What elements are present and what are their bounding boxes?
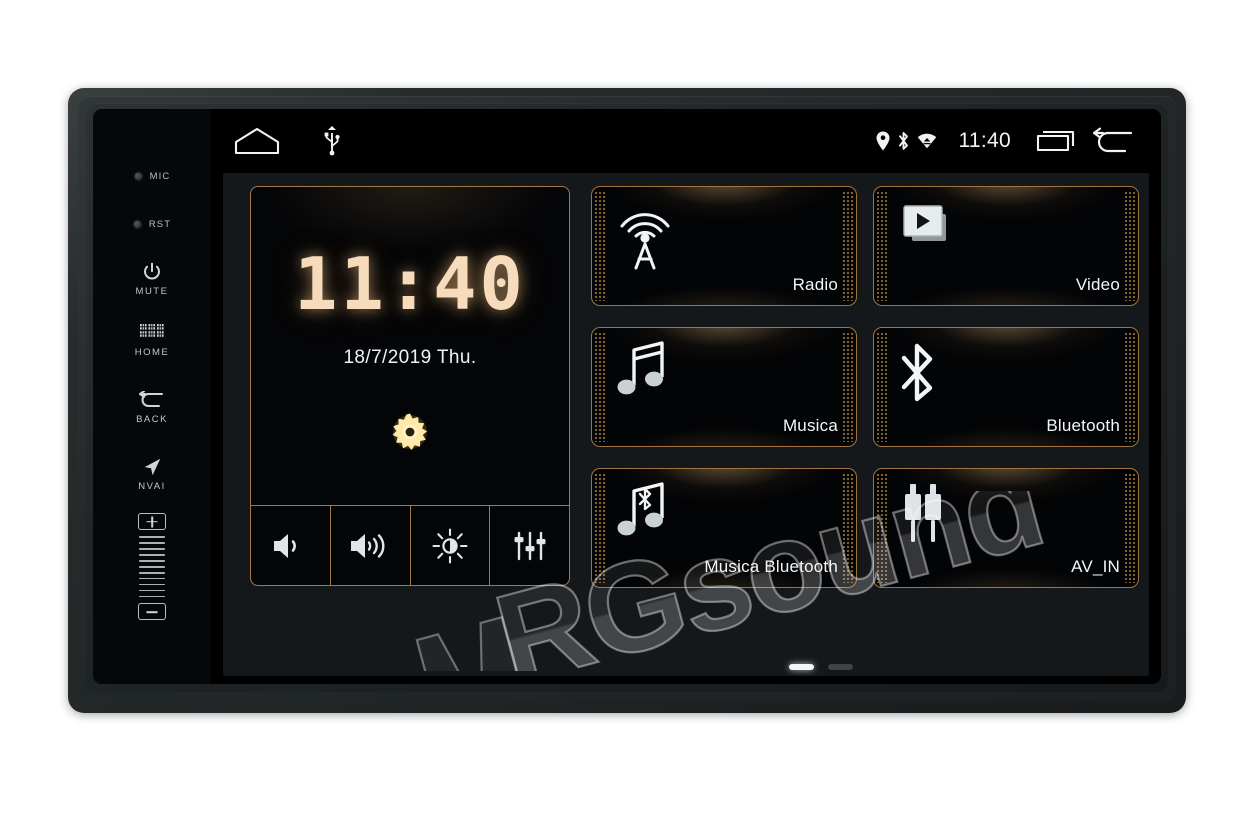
- app-tile-grid: Radio Video Musica Bluetooth Musica Blue…: [591, 186, 1139, 588]
- music-note-icon: [617, 341, 664, 395]
- app-tile-label: Musica: [782, 416, 838, 435]
- tile-dot-pattern-left: [876, 473, 888, 583]
- usb-icon[interactable]: [323, 126, 341, 156]
- hardkey-nvai[interactable]: NVAI: [93, 456, 211, 492]
- hardkey-back[interactable]: BACK: [93, 391, 211, 425]
- reset-button-icon[interactable]: [132, 220, 142, 229]
- equalizer-icon: [514, 531, 546, 560]
- rca-plug-icon: [905, 484, 941, 542]
- clock-widget-controls: [251, 505, 569, 585]
- navigation-arrow-icon: [144, 458, 161, 476]
- android-status-bar: 11:40: [211, 109, 1161, 173]
- tile-dot-pattern-left: [876, 332, 888, 442]
- hardkey-rst-label: RST: [148, 219, 172, 230]
- hardkey-home-label: HOME: [134, 347, 170, 358]
- power-icon: [144, 262, 160, 280]
- bluetooth-icon: [898, 132, 908, 150]
- app-tile-label: AV_IN: [1071, 557, 1120, 576]
- status-bar-clock: 11:40: [958, 129, 1011, 152]
- clock-widget-date: 18/7/2019 Thu.: [343, 347, 477, 368]
- volume-up-button[interactable]: [331, 506, 411, 585]
- app-tile-video[interactable]: Video: [873, 186, 1139, 306]
- app-tile-label: Musica Bluetooth: [704, 557, 838, 576]
- volume-down-icon: [274, 533, 297, 558]
- location-pin-icon: [876, 131, 889, 151]
- hardkey-rst[interactable]: RST: [93, 219, 211, 230]
- hardkey-mic-label: MIC: [149, 171, 171, 182]
- app-tile-musica-bluetooth[interactable]: Musica Bluetooth: [591, 468, 857, 588]
- volume-up-button[interactable]: [138, 513, 166, 530]
- bezel-face: MIC RST MUTE HOME BACK NVAI 11:40 11:40 …: [93, 109, 1161, 684]
- home-screen: 11:40 18/7/2019 Thu. Radio Video Musica …: [223, 173, 1149, 676]
- tile-dot-pattern-left: [876, 191, 888, 301]
- hardkey-home[interactable]: HOME: [93, 324, 211, 358]
- music-bluetooth-icon: [617, 482, 664, 536]
- tile-dot-pattern-right: [842, 473, 854, 583]
- tile-dot-pattern-left: [594, 473, 606, 583]
- bezel-layer-outer: MIC RST MUTE HOME BACK NVAI 11:40 11:40 …: [78, 96, 1176, 701]
- tile-dot-pattern-right: [842, 191, 854, 301]
- mic-led-icon: [133, 172, 143, 181]
- grid-icon: [140, 324, 164, 337]
- page-dot-active[interactable]: [789, 664, 814, 670]
- tile-dot-pattern-left: [594, 332, 606, 442]
- clock-widget-time: 11:40: [294, 242, 526, 326]
- recent-apps-icon[interactable]: [1035, 126, 1077, 156]
- volume-down-button[interactable]: [138, 603, 166, 621]
- hardkey-mute[interactable]: MUTE: [93, 261, 211, 297]
- app-tile-label: Video: [1075, 275, 1120, 294]
- page-indicator: [223, 664, 1149, 670]
- brightness-button[interactable]: [411, 506, 491, 585]
- hardkey-back-label: BACK: [136, 414, 168, 425]
- app-tile-bluetooth[interactable]: Bluetooth: [873, 327, 1139, 447]
- app-tile-radio[interactable]: Radio: [591, 186, 857, 306]
- hardkey-nvai-label: NVAI: [138, 481, 166, 492]
- bluetooth-icon: [901, 343, 933, 402]
- lcd-screen: 11:40 11:40 18/7/2019 Thu. Radio Video M…: [211, 109, 1161, 684]
- app-tile-label: Bluetooth: [1046, 416, 1120, 435]
- wifi-icon: [917, 133, 936, 149]
- back-arrow-icon: [139, 391, 163, 407]
- volume-down-button[interactable]: [251, 506, 331, 585]
- video-play-icon: [903, 205, 946, 241]
- clock-widget[interactable]: 11:40 18/7/2019 Thu.: [250, 186, 570, 586]
- status-bar-right-group: 11:40: [876, 126, 1138, 156]
- hardkey-mic: MIC: [93, 171, 211, 182]
- brightness-icon: [432, 527, 468, 564]
- equalizer-button[interactable]: [490, 506, 569, 585]
- tile-dot-pattern-right: [1124, 473, 1136, 583]
- app-tile-av-in[interactable]: AV_IN: [873, 468, 1139, 588]
- app-tile-label: Radio: [792, 275, 838, 294]
- head-unit-device: MIC RST MUTE HOME BACK NVAI 11:40 11:40 …: [68, 88, 1186, 713]
- volume-level-ticks: [139, 536, 165, 598]
- tile-dot-pattern-right: [842, 332, 854, 442]
- tile-dot-pattern-right: [1124, 191, 1136, 301]
- page-dot[interactable]: [828, 664, 853, 670]
- status-indicator-icons: [876, 131, 937, 151]
- tile-dot-pattern-right: [1124, 332, 1136, 442]
- hardkey-panel: MIC RST MUTE HOME BACK NVAI: [93, 109, 211, 684]
- app-tile-musica[interactable]: Musica: [591, 327, 857, 447]
- watermark-logo-icon: [415, 615, 530, 671]
- gear-icon[interactable]: [387, 409, 433, 455]
- back-arrow-icon[interactable]: [1091, 126, 1137, 156]
- bezel-layer-inner: MIC RST MUTE HOME BACK NVAI 11:40 11:40 …: [86, 103, 1168, 692]
- home-icon[interactable]: [233, 126, 281, 156]
- volume-up-icon: [351, 533, 385, 558]
- status-bar-left-group: [233, 126, 341, 156]
- hardkey-mute-label: MUTE: [135, 286, 169, 297]
- tile-dot-pattern-left: [594, 191, 606, 301]
- radio-tower-icon: [620, 213, 670, 270]
- volume-rocker: [93, 513, 211, 621]
